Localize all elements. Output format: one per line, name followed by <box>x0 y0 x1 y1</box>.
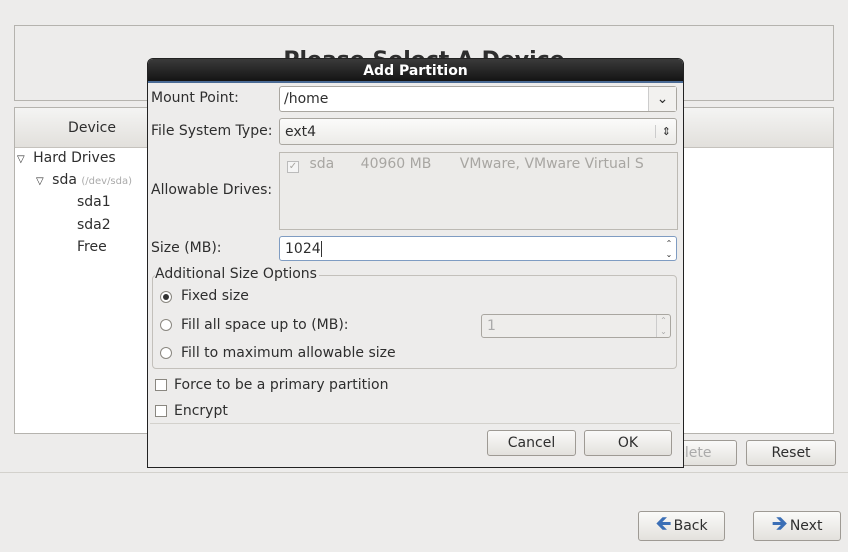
mount-point-combo[interactable]: /home ⌄ <box>279 86 677 112</box>
drive-checkbox[interactable]: ✓ <box>287 161 299 173</box>
fs-type-select[interactable]: ext4 ⇕ <box>279 118 677 145</box>
next-button[interactable]: 🡺 Next <box>753 511 841 541</box>
fs-type-label: File System Type: <box>151 123 273 139</box>
size-spinner[interactable]: 1024 ⌃ ⌄ <box>279 236 677 261</box>
expander-icon[interactable]: ▽ <box>17 154 25 165</box>
mount-point-label: Mount Point: <box>151 90 239 106</box>
separator <box>0 472 848 473</box>
cancel-button[interactable]: Cancel <box>487 430 576 456</box>
tree-item-hard-drives[interactable]: ▽ Hard Drives <box>17 150 116 166</box>
tree-item-sda[interactable]: ▽ sda (/dev/sda) <box>36 172 132 188</box>
reset-button[interactable]: Reset <box>746 440 836 466</box>
radio-fill-max[interactable] <box>160 347 172 359</box>
fixed-size-label[interactable]: Fixed size <box>181 288 249 304</box>
spin-arrows-icon[interactable]: ⌃ ⌄ <box>662 238 676 260</box>
next-arrow-icon: 🡺 <box>771 511 788 535</box>
dialog-separator <box>150 423 680 424</box>
tree-item-sda1[interactable]: sda1 <box>77 194 111 210</box>
chevron-down-icon[interactable]: ⌄ <box>648 87 676 111</box>
fill-up-to-spinner[interactable]: 1 ⌃ ⌄ <box>481 314 671 338</box>
updown-icon: ⇕ <box>654 125 671 138</box>
size-label: Size (MB): <box>151 240 222 256</box>
tree-item-sda2[interactable]: sda2 <box>77 217 111 233</box>
fill-max-label[interactable]: Fill to maximum allowable size <box>181 345 396 361</box>
drives-list[interactable]: ✓ sda 40960 MB VMware, VMware Virtual S <box>279 152 678 230</box>
ok-button[interactable]: OK <box>584 430 672 456</box>
back-button[interactable]: 🡸 Back <box>638 511 725 541</box>
expander-icon[interactable]: ▽ <box>36 176 44 187</box>
primary-partition-checkbox[interactable] <box>155 379 167 391</box>
tree-item-free[interactable]: Free <box>77 239 107 255</box>
dialog-titlebar[interactable]: Add Partition <box>148 59 683 83</box>
encrypt-label[interactable]: Encrypt <box>174 403 228 419</box>
drives-label: Allowable Drives: <box>151 182 273 198</box>
drive-row[interactable]: ✓ sda 40960 MB VMware, VMware Virtual S <box>287 156 644 173</box>
spin-arrows-icon[interactable]: ⌃ ⌄ <box>656 315 670 337</box>
back-arrow-icon: 🡸 <box>655 511 672 535</box>
additional-size-options-label: Additional Size Options <box>155 266 319 282</box>
encrypt-checkbox[interactable] <box>155 405 167 417</box>
radio-fill-up-to[interactable] <box>160 319 172 331</box>
fill-up-to-label[interactable]: Fill all space up to (MB): <box>181 317 349 333</box>
primary-partition-label[interactable]: Force to be a primary partition <box>174 377 388 393</box>
radio-fixed-size[interactable] <box>160 291 172 303</box>
